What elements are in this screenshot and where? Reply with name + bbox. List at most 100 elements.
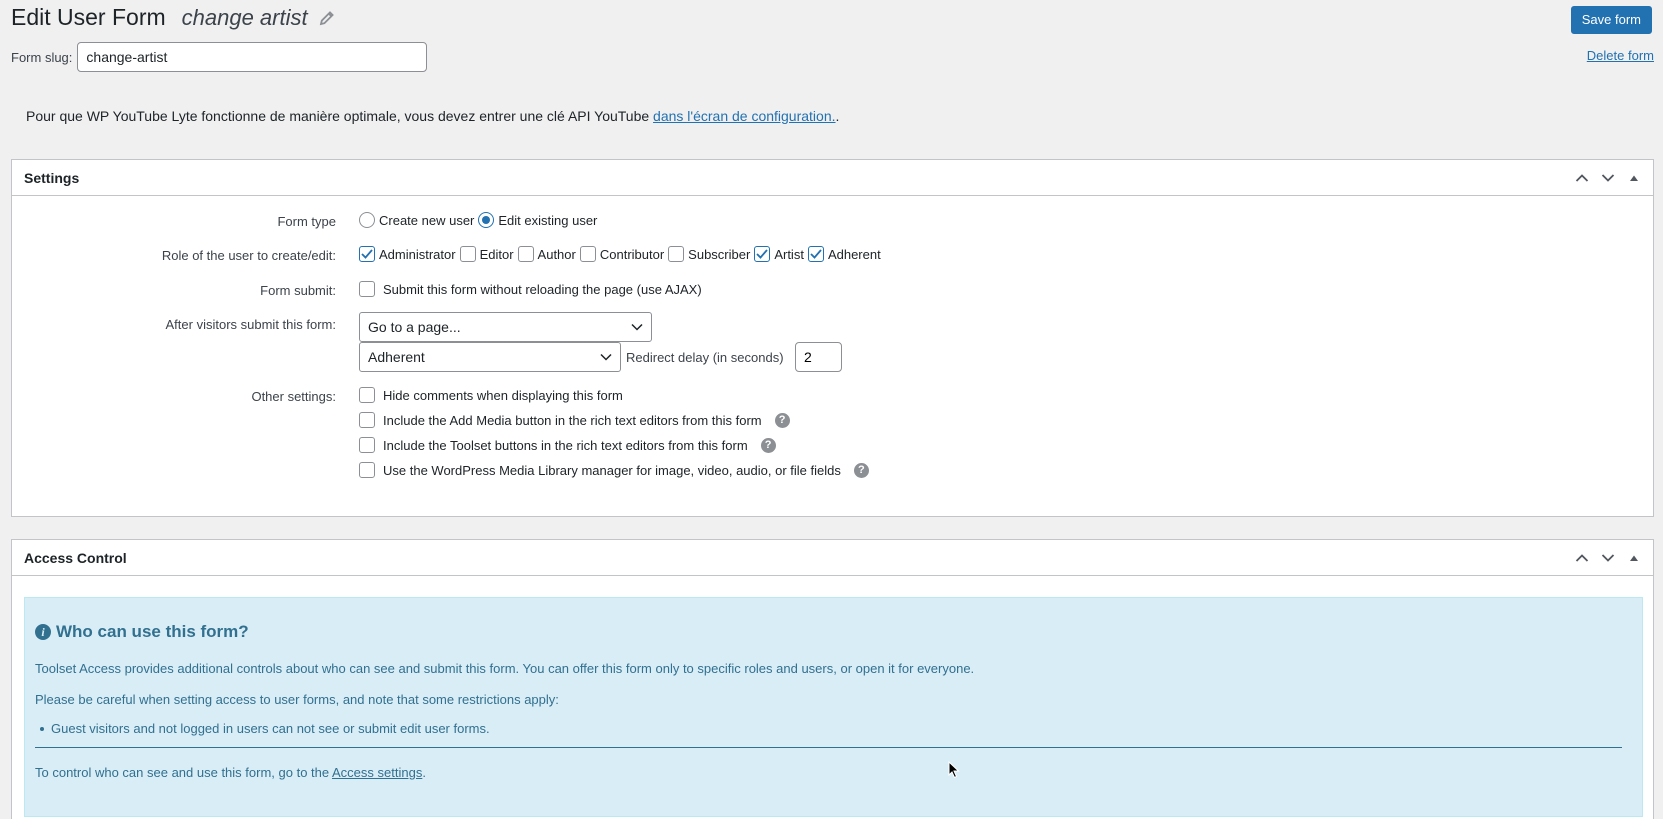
select-value: Adherent	[368, 349, 425, 365]
mouse-cursor-icon	[948, 760, 960, 782]
help-icon[interactable]: ?	[853, 462, 869, 478]
other-option-4: Use the WordPress Media Library manager …	[359, 462, 869, 478]
checkbox[interactable]	[359, 412, 375, 428]
checkbox[interactable]	[359, 246, 375, 262]
redirect-delay-input[interactable]	[795, 342, 842, 372]
collapse-toggle-icon[interactable]	[1621, 545, 1647, 571]
ajax-checkbox[interactable]: Submit this form without reloading the p…	[359, 281, 702, 297]
config-link[interactable]: dans l'écran de configuration.	[653, 108, 835, 124]
slug-label: Form slug:	[11, 49, 73, 65]
option-label: Author	[537, 246, 576, 262]
other-option-3: Include the Toolset buttons in the rich …	[359, 437, 776, 453]
settings-handle-actions	[1569, 165, 1647, 191]
other-option-2: Include the Add Media button in the rich…	[359, 412, 790, 428]
create-new-user-radio[interactable]: Create new user	[359, 212, 474, 228]
delete-form-link[interactable]: Delete form	[1587, 48, 1654, 63]
access-control-title: Access Control	[24, 549, 127, 566]
option-label: Create new user	[379, 212, 475, 228]
checkbox[interactable]	[668, 246, 685, 262]
edit-existing-user-radio[interactable]: Edit existing user	[478, 212, 597, 228]
checkbox[interactable]	[807, 246, 824, 262]
option-label: Administrator	[379, 246, 456, 262]
notice-text: Pour que WP YouTube Lyte fonctionne de m…	[26, 108, 654, 124]
roles-label: Role of the user to create/edit:	[161, 248, 336, 263]
after-submit-select[interactable]: Go to a page...	[359, 312, 652, 342]
hide-comments-checkbox[interactable]: Hide comments when displaying this form	[359, 387, 623, 403]
settings-title: Settings	[24, 169, 80, 186]
help-icon[interactable]: ?	[774, 412, 790, 428]
option-label: Subscriber	[688, 246, 751, 262]
role-adherent-checkbox[interactable]: Adherent	[807, 246, 881, 262]
option-label: Include the Add Media button in the rich…	[383, 412, 762, 428]
option-label: Contributor	[599, 246, 665, 262]
pencil-icon[interactable]	[318, 9, 336, 27]
checkbox[interactable]	[579, 246, 596, 262]
form-type-label: Form type	[277, 214, 336, 229]
collapse-toggle-icon[interactable]	[1621, 165, 1647, 191]
info-icon: i	[35, 624, 51, 640]
checkbox[interactable]	[359, 462, 375, 478]
checkbox[interactable]	[359, 387, 375, 403]
chevron-down-icon[interactable]	[1595, 165, 1621, 191]
info-paragraph-3: To control who can see and use this form…	[35, 765, 426, 780]
access-handle-actions	[1569, 545, 1647, 571]
info-divider	[35, 747, 1622, 748]
option-label: Hide comments when displaying this form	[383, 387, 623, 403]
chevron-down-icon	[631, 323, 643, 331]
roles-options: Administrator Editor Author Contributor …	[359, 246, 885, 262]
redirect-delay-label: Redirect delay (in seconds)	[626, 350, 784, 365]
role-artist-checkbox[interactable]: Artist	[754, 246, 804, 262]
option-label: Include the Toolset buttons in the rich …	[383, 437, 748, 453]
checkbox[interactable]	[459, 246, 476, 262]
access-settings-link[interactable]: Access settings	[332, 765, 422, 780]
chevron-down-icon	[600, 353, 612, 361]
role-administrator-checkbox[interactable]: Administrator	[359, 246, 456, 262]
help-icon[interactable]: ?	[760, 437, 776, 453]
role-editor-checkbox[interactable]: Editor	[459, 246, 514, 262]
slug-row: Form slug:	[11, 42, 428, 72]
page-title: Edit User Form	[11, 4, 166, 30]
info-heading: i Who can use this form?	[35, 622, 249, 642]
option-label: Adherent	[827, 246, 881, 262]
form-submit-label: Form submit:	[260, 283, 336, 298]
settings-header: Settings	[12, 160, 1653, 196]
form-title: change artist	[181, 4, 308, 30]
access-control-header: Access Control	[12, 540, 1653, 576]
settings-box: Settings Form type Create new user Edit …	[11, 159, 1654, 517]
notice-suffix: .	[835, 108, 840, 124]
option-label: Artist	[774, 246, 804, 262]
chevron-up-icon[interactable]	[1569, 165, 1595, 191]
other-option-1: Hide comments when displaying this form	[359, 387, 627, 403]
info-paragraph-2: Please be careful when setting access to…	[35, 692, 559, 707]
access-control-box: Access Control i Who can use this form? …	[11, 539, 1654, 819]
select-value: Go to a page...	[368, 319, 461, 335]
chevron-up-icon[interactable]	[1569, 545, 1595, 571]
access-info-panel: i Who can use this form? Toolset Access …	[24, 597, 1643, 817]
add-media-checkbox[interactable]: Include the Add Media button in the rich…	[359, 412, 762, 428]
ajax-option: Submit this form without reloading the p…	[359, 281, 706, 297]
after-submit-label: After visitors submit this form:	[165, 317, 336, 332]
info-paragraph-1: Toolset Access provides additional contr…	[35, 661, 975, 676]
toolset-buttons-checkbox[interactable]: Include the Toolset buttons in the rich …	[359, 437, 748, 453]
slug-input[interactable]	[77, 42, 428, 72]
option-label: Edit existing user	[498, 212, 598, 228]
info-title-text: Who can use this form?	[56, 622, 249, 641]
chevron-down-icon[interactable]	[1595, 545, 1621, 571]
checkbox[interactable]	[754, 246, 771, 262]
redirect-page-select[interactable]: Adherent	[359, 342, 621, 372]
role-contributor-checkbox[interactable]: Contributor	[579, 246, 665, 262]
radio-button[interactable]	[478, 212, 495, 228]
checkbox[interactable]	[517, 246, 534, 262]
info-list-item: Guest visitors and not logged in users c…	[40, 721, 490, 736]
save-form-button[interactable]: Save form	[1570, 6, 1652, 34]
option-label: Editor	[479, 246, 514, 262]
other-settings-label: Other settings:	[251, 389, 336, 404]
radio-button[interactable]	[359, 212, 375, 228]
media-library-checkbox[interactable]: Use the WordPress Media Library manager …	[359, 462, 841, 478]
checkbox[interactable]	[359, 281, 375, 297]
role-author-checkbox[interactable]: Author	[517, 246, 576, 262]
checkbox[interactable]	[359, 437, 375, 453]
role-subscriber-checkbox[interactable]: Subscriber	[668, 246, 750, 262]
option-label: Submit this form without reloading the p…	[383, 281, 702, 297]
option-label: Use the WordPress Media Library manager …	[383, 462, 841, 478]
